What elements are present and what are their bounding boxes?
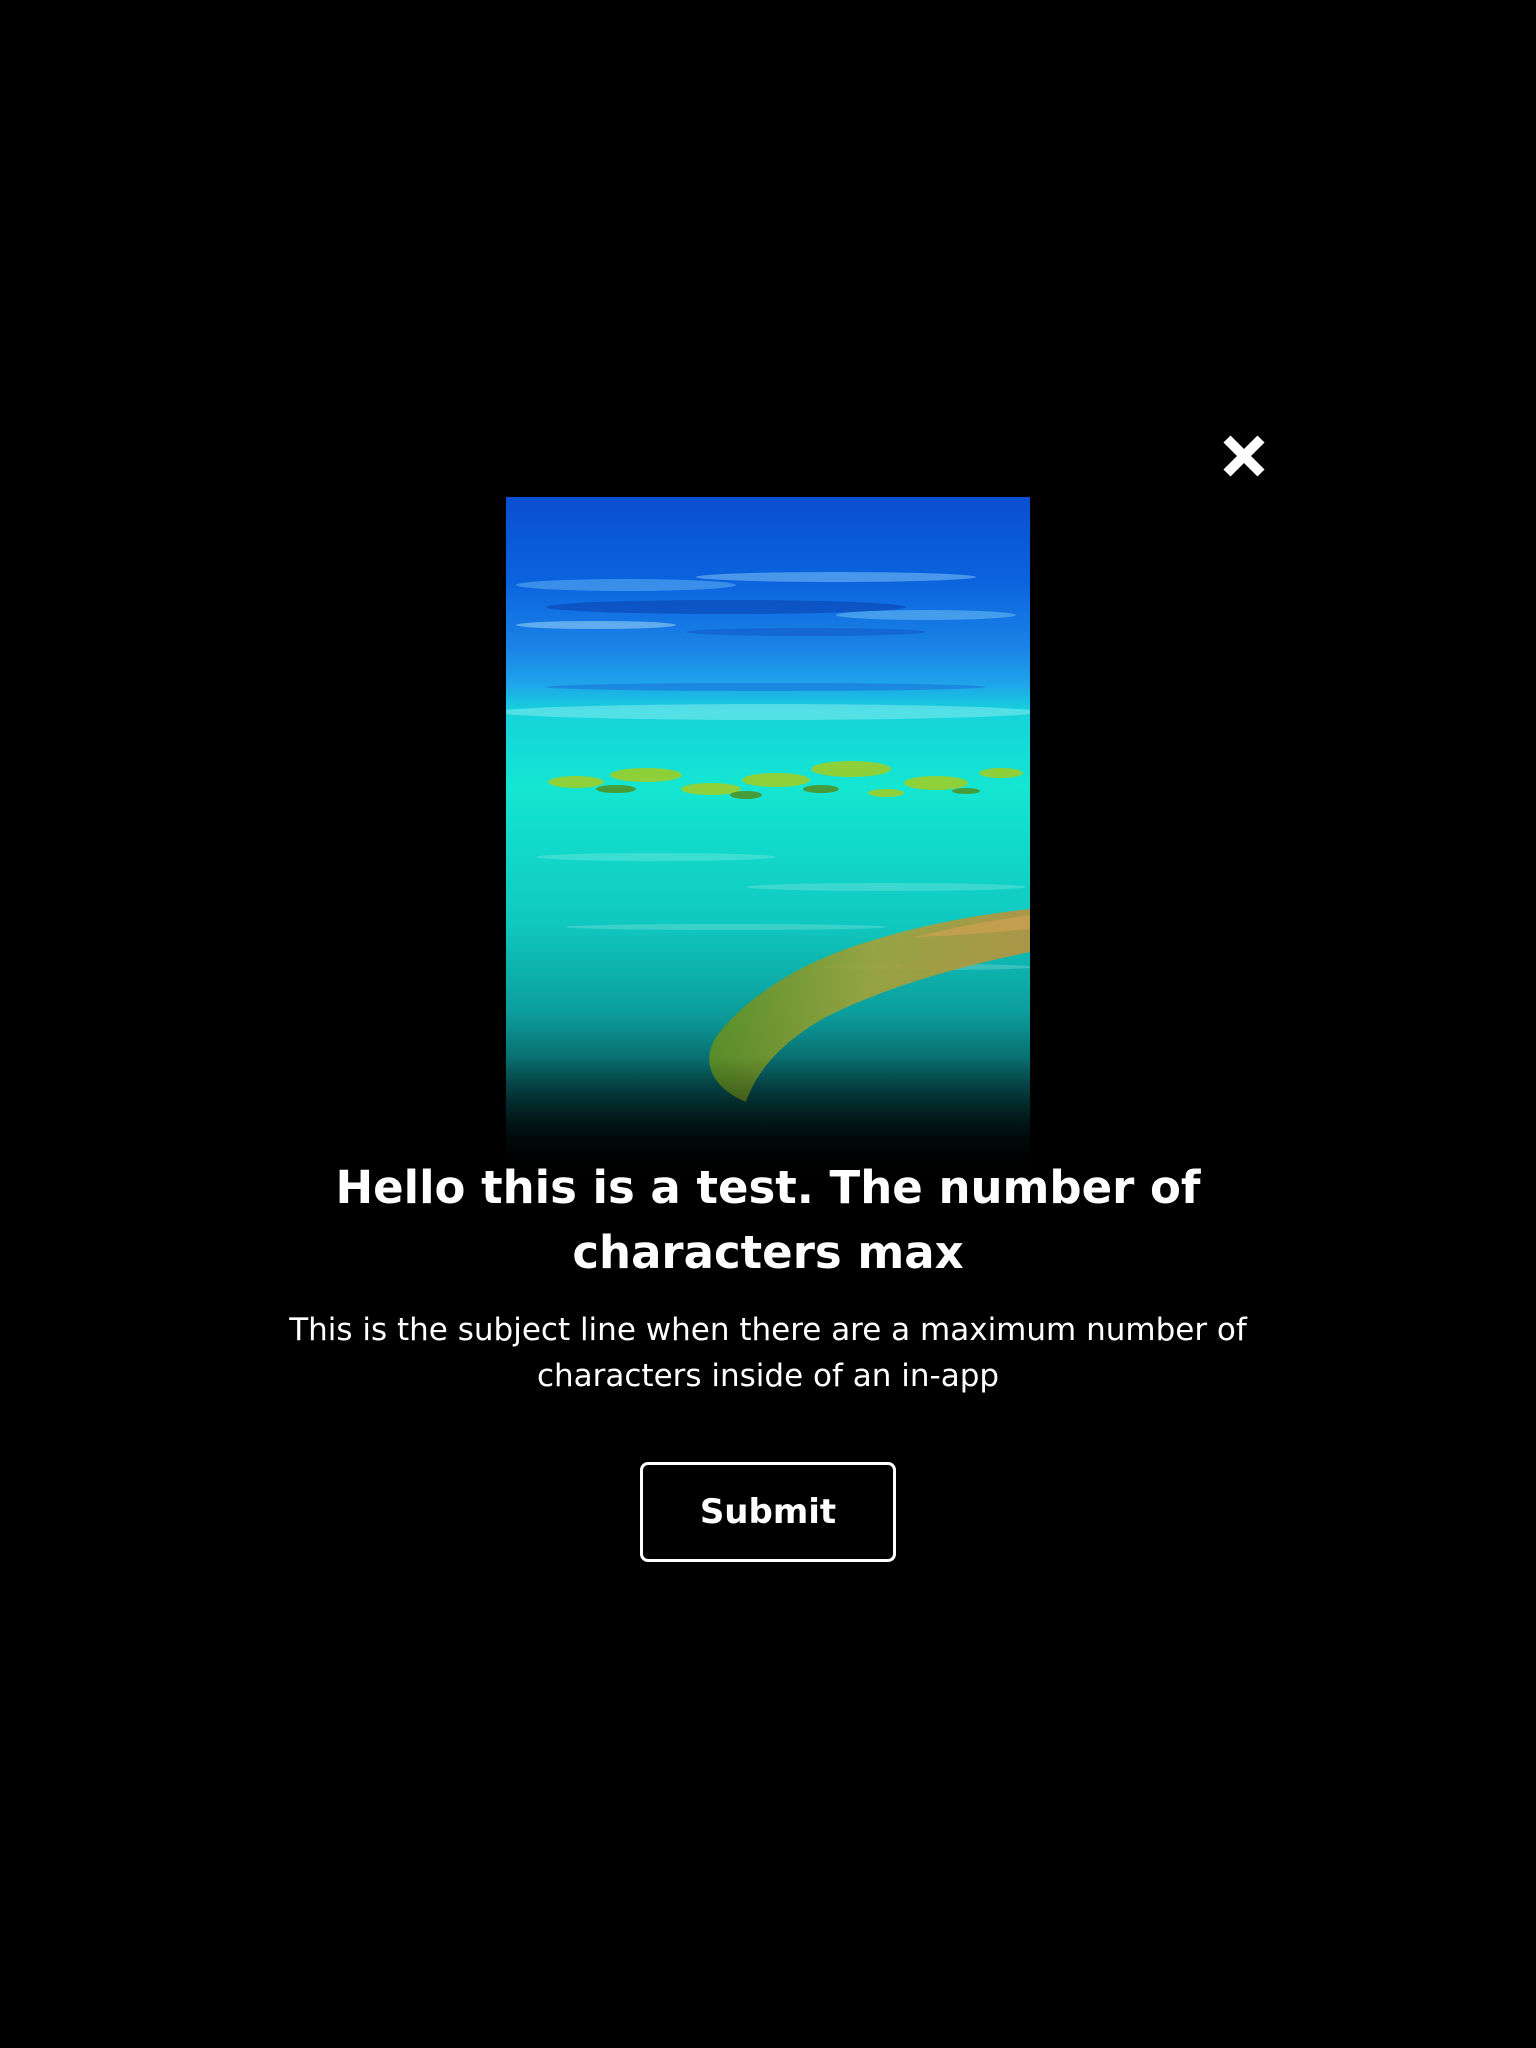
close-icon xyxy=(1223,435,1265,477)
in-app-message-screen: Hello this is a test. The number of char… xyxy=(0,0,1536,2048)
message-title: Hello this is a test. The number of char… xyxy=(335,1161,1201,1279)
aerial-reef-image xyxy=(506,497,1030,1187)
message-subtitle: This is the subject line when there are … xyxy=(289,1312,1247,1394)
submit-button[interactable]: Submit xyxy=(640,1462,896,1562)
hero-image xyxy=(506,497,1030,1187)
close-button[interactable] xyxy=(1218,430,1270,482)
